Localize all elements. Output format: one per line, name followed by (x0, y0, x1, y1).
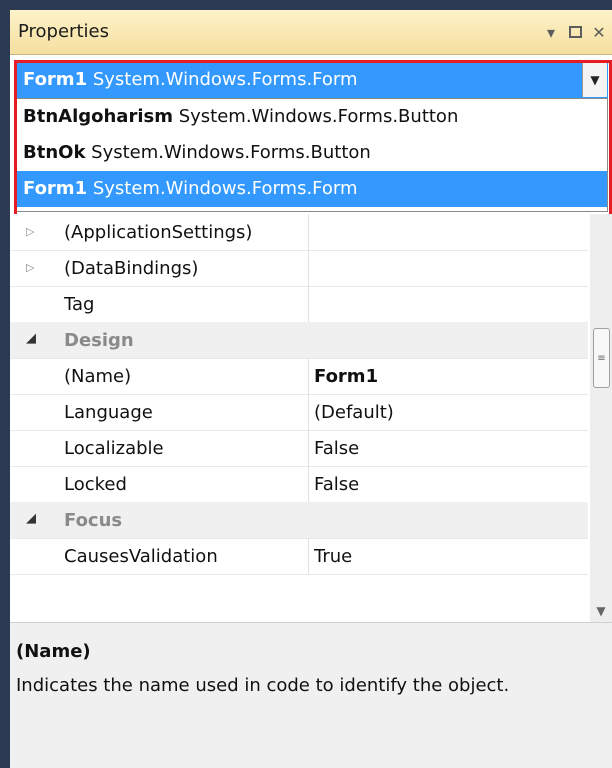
maximize-icon[interactable] (564, 20, 586, 44)
description-title: (Name) (16, 641, 91, 662)
column-separator (308, 430, 309, 466)
object-selector-combobox[interactable]: Form1 System.Windows.Forms.Form ▼ (16, 62, 608, 98)
property-value[interactable]: Form1 (314, 366, 378, 387)
ide-background: Properties ▾ ✕ Form1 System.Windows.Form… (0, 0, 612, 768)
close-icon[interactable]: ✕ (588, 20, 610, 44)
category-row-design[interactable]: ◢ Design (10, 322, 588, 359)
property-value[interactable]: (Default) (314, 402, 394, 423)
dropdown-item-btnok[interactable]: BtnOk System.Windows.Forms.Button (17, 135, 607, 171)
property-name: CausesValidation (64, 546, 218, 567)
property-grid: ▷ (ApplicationSettings) ▷ (DataBindings)… (10, 214, 612, 622)
selector-value: Form1 System.Windows.Forms.Form (23, 69, 358, 90)
column-separator (308, 538, 309, 574)
category-name: Design (64, 330, 134, 351)
property-row-databindings[interactable]: ▷ (DataBindings) (10, 250, 588, 287)
property-value[interactable]: True (314, 546, 352, 567)
description-pane: (Name) Indicates the name used in code t… (10, 622, 612, 768)
column-separator (308, 250, 309, 286)
dropdown-item-type: System.Windows.Forms.Button (178, 106, 459, 127)
property-row-language[interactable]: Language (Default) (10, 394, 588, 431)
column-separator (308, 214, 309, 250)
property-row-locked[interactable]: Locked False (10, 466, 588, 503)
property-name: (DataBindings) (64, 258, 199, 279)
column-separator (308, 286, 309, 322)
property-value[interactable]: False (314, 438, 359, 459)
property-name: Localizable (64, 438, 164, 459)
category-row-focus[interactable]: ◢ Focus (10, 502, 588, 539)
property-name: (Name) (64, 366, 132, 387)
dropdown-item-btnalgoharism[interactable]: BtnAlgoharism System.Windows.Forms.Butto… (17, 99, 607, 135)
dropdown-item-type: System.Windows.Forms.Form (92, 178, 358, 199)
property-name: Language (64, 402, 153, 423)
property-name: (ApplicationSettings) (64, 222, 253, 243)
property-row-tag[interactable]: Tag (10, 286, 588, 323)
expand-triangle-icon[interactable]: ▷ (26, 225, 34, 238)
expand-triangle-icon[interactable]: ▷ (26, 261, 34, 274)
column-separator (308, 358, 309, 394)
scrollbar-thumb[interactable]: ≡ (593, 328, 610, 388)
dropdown-item-name: BtnAlgoharism (23, 106, 173, 127)
vertical-scrollbar[interactable]: ≡ ▼ (590, 214, 612, 622)
property-value[interactable]: False (314, 474, 359, 495)
column-separator (308, 466, 309, 502)
collapse-triangle-icon[interactable]: ◢ (26, 331, 36, 346)
dropdown-item-type: System.Windows.Forms.Button (91, 142, 371, 163)
dropdown-arrow-icon[interactable]: ▾ (540, 20, 562, 44)
selector-object-type: System.Windows.Forms.Form (92, 69, 358, 90)
collapse-triangle-icon[interactable]: ◢ (26, 511, 36, 526)
chevron-down-icon[interactable]: ▼ (582, 63, 607, 97)
dropdown-item-name: BtnOk (23, 142, 86, 163)
property-name: Tag (64, 294, 95, 315)
scroll-down-arrow-icon[interactable]: ▼ (594, 604, 608, 618)
property-name: Locked (64, 474, 127, 495)
property-row-causesvalidation[interactable]: CausesValidation True (10, 538, 588, 575)
property-row-name[interactable]: (Name) Form1 (10, 358, 588, 395)
object-dropdown-list: BtnAlgoharism System.Windows.Forms.Butto… (16, 98, 608, 212)
property-row-applicationsettings[interactable]: ▷ (ApplicationSettings) (10, 214, 588, 251)
dropdown-item-name: Form1 (23, 178, 88, 199)
dropdown-item-form1[interactable]: Form1 System.Windows.Forms.Form (17, 171, 607, 207)
panel-titlebar: Properties ▾ ✕ (10, 10, 612, 55)
selector-object-name: Form1 (23, 69, 88, 90)
category-name: Focus (64, 510, 123, 531)
description-text: Indicates the name used in code to ident… (16, 675, 510, 696)
properties-panel: Properties ▾ ✕ Form1 System.Windows.Form… (10, 10, 612, 768)
panel-title: Properties (18, 21, 109, 42)
column-separator (308, 394, 309, 430)
property-row-localizable[interactable]: Localizable False (10, 430, 588, 467)
titlebar-buttons: ▾ ✕ (540, 18, 612, 46)
